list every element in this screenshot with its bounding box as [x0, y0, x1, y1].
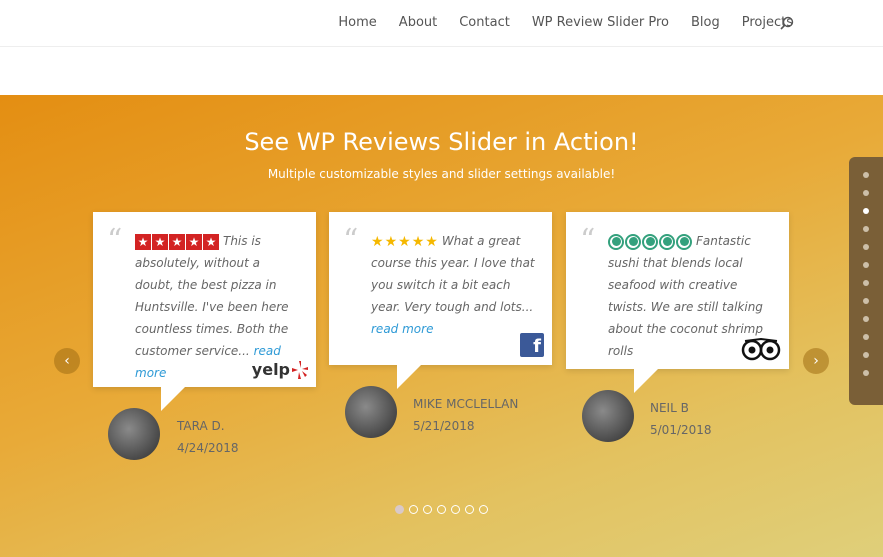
pager-dot-7[interactable] [479, 505, 488, 514]
side-nav-dot[interactable] [863, 280, 869, 286]
pager-dot-5[interactable] [451, 505, 460, 514]
rating-circle-icon [608, 233, 624, 250]
rating-circle-icon [659, 233, 675, 250]
nav-wp-review-slider-pro[interactable]: WP Review Slider Pro [532, 15, 669, 30]
slider-pager [395, 505, 488, 514]
nav-about[interactable]: About [399, 15, 437, 30]
pager-dot-3[interactable] [423, 505, 432, 514]
nav-blog[interactable]: Blog [691, 15, 720, 30]
rating-circle-icon [625, 233, 641, 250]
star-icon: ★ [135, 233, 151, 250]
rating-stars-yelp: ★ ★ ★ ★ ★ [135, 233, 219, 250]
quote-icon: “ [580, 223, 596, 258]
side-nav-dot[interactable] [863, 370, 869, 376]
side-nav-dot[interactable] [863, 172, 869, 178]
star-icon: ★ [203, 233, 219, 250]
avatar [108, 408, 160, 460]
side-nav-dot[interactable] [863, 298, 869, 304]
review-date: 5/01/2018 [650, 423, 712, 437]
review-card-yelp: “ ★ ★ ★ ★ ★ This is absolutely, without … [93, 212, 316, 411]
rating-stars-facebook: ★ ★ ★ ★ ★ [371, 235, 438, 249]
avatar [582, 390, 634, 442]
side-nav-dot-active[interactable] [863, 208, 869, 214]
reviewer-name: MIKE MCCLELLAN [413, 397, 519, 411]
rating-circle-icon [676, 233, 692, 250]
search-icon[interactable] [780, 16, 794, 30]
nav-home[interactable]: Home [338, 15, 376, 30]
facebook-logo-letter: f [533, 336, 541, 357]
hero-title: See WP Reviews Slider in Action! [244, 128, 639, 156]
side-nav-dot[interactable] [863, 226, 869, 232]
rating-circle-icon [642, 233, 658, 250]
hero-section: See WP Reviews Slider in Action! Multipl… [0, 95, 883, 557]
review-body: This is absolutely, without a doubt, the… [135, 234, 289, 358]
chevron-left-icon: ‹ [64, 353, 70, 369]
card-tail [397, 365, 421, 389]
card-tail [634, 369, 658, 393]
prev-arrow-button[interactable]: ‹ [54, 348, 80, 374]
chevron-right-icon: › [813, 353, 819, 369]
side-dot-nav [849, 157, 883, 405]
reviewer-name: TARA D. [177, 419, 225, 433]
nav-links: Home About Contact WP Review Slider Pro … [338, 15, 793, 30]
pager-dot-2[interactable] [409, 505, 418, 514]
pager-dot-4[interactable] [437, 505, 446, 514]
pager-dot-1[interactable] [395, 505, 404, 514]
yelp-logo-icon: yelp [252, 360, 308, 379]
side-nav-dot[interactable] [863, 262, 869, 268]
side-nav-dot[interactable] [863, 352, 869, 358]
review-card-tripadvisor: “ Fantastic sushi that blends local seaf… [566, 212, 789, 393]
reviewer-info: NEIL B 5/01/2018 [650, 397, 712, 441]
star-icon: ★ [411, 233, 425, 250]
review-date: 5/21/2018 [413, 419, 475, 433]
nav-contact[interactable]: Contact [459, 15, 510, 30]
star-icon: ★ [371, 233, 384, 250]
side-nav-dot[interactable] [863, 316, 869, 322]
yelp-wordmark: yelp [251, 360, 290, 379]
star-icon: ★ [384, 233, 398, 250]
review-body: Fantastic sushi that blends local seafoo… [608, 234, 763, 358]
avatar [345, 386, 397, 438]
yelp-burst-icon [292, 360, 308, 379]
facebook-logo-icon: f [520, 333, 544, 357]
reviewer-name: NEIL B [650, 401, 689, 415]
top-nav: Home About Contact WP Review Slider Pro … [0, 0, 883, 47]
pager-dot-6[interactable] [465, 505, 474, 514]
star-icon: ★ [425, 233, 438, 250]
side-nav-dot[interactable] [863, 244, 869, 250]
star-icon: ★ [398, 233, 411, 250]
star-icon: ★ [186, 233, 202, 250]
next-arrow-button[interactable]: › [803, 348, 829, 374]
read-more-link[interactable]: read more [371, 322, 433, 336]
quote-icon: “ [107, 223, 123, 258]
hero-subtitle: Multiple customizable styles and slider … [267, 167, 616, 181]
review-text: ★ ★ ★ ★ ★ What a great course this year. I l… [371, 230, 538, 340]
review-date: 4/24/2018 [177, 441, 239, 455]
reviewer-info: TARA D. 4/24/2018 [177, 415, 239, 459]
reviewer-info: MIKE MCCLELLAN 5/21/2018 [413, 393, 518, 437]
star-icon: ★ [169, 233, 185, 250]
tripadvisor-owl-icon [741, 337, 781, 361]
rating-circles-tripadvisor [608, 233, 692, 250]
card-tail [161, 387, 185, 411]
star-icon: ★ [152, 233, 168, 250]
side-nav-dot[interactable] [863, 190, 869, 196]
side-nav-dot[interactable] [863, 334, 869, 340]
review-card-facebook: “ ★ ★ ★ ★ ★ What a great course this year. I… [329, 212, 552, 389]
quote-icon: “ [343, 223, 359, 258]
